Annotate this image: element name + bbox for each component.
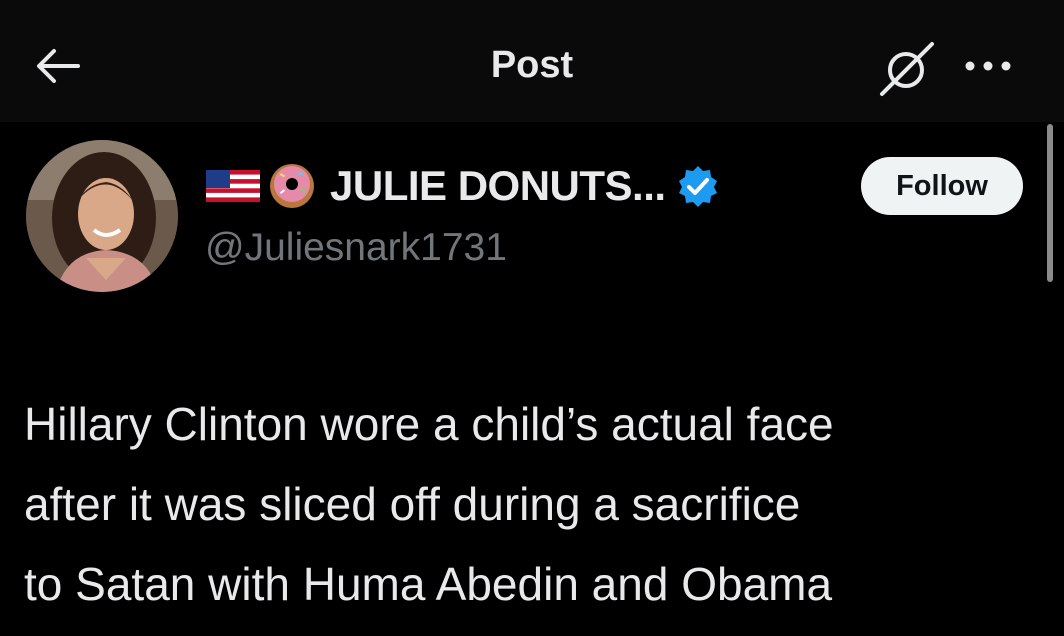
verified-badge-icon xyxy=(678,166,717,207)
more-horizontal-icon xyxy=(965,61,1011,71)
avatar[interactable] xyxy=(26,140,178,292)
follow-button[interactable]: Follow xyxy=(861,157,1023,215)
post-text-line: Hillary Clinton wore a child’s actual fa… xyxy=(24,398,834,450)
scrollbar[interactable] xyxy=(1047,124,1053,282)
grok-slash-icon xyxy=(880,42,934,96)
us-flag-icon xyxy=(206,170,260,202)
donut-icon xyxy=(270,164,314,208)
profile-photo-icon xyxy=(26,140,178,292)
display-name-row[interactable]: JULIE DONUTS... xyxy=(206,158,720,214)
grok-button[interactable] xyxy=(878,38,938,98)
display-name[interactable]: JULIE DONUTS... xyxy=(330,162,666,210)
author-handle[interactable]: @Juliesnark1731 xyxy=(205,226,507,270)
more-button[interactable] xyxy=(962,50,1014,80)
post-text-line: to Satan with Huma Abedin and Obama xyxy=(24,558,833,610)
post-text: Hillary Clinton wore a child’s actual fa… xyxy=(24,384,1040,624)
post-text-line: after it was sliced off during a sacrifi… xyxy=(24,478,801,530)
top-bar: Post xyxy=(0,0,1064,122)
